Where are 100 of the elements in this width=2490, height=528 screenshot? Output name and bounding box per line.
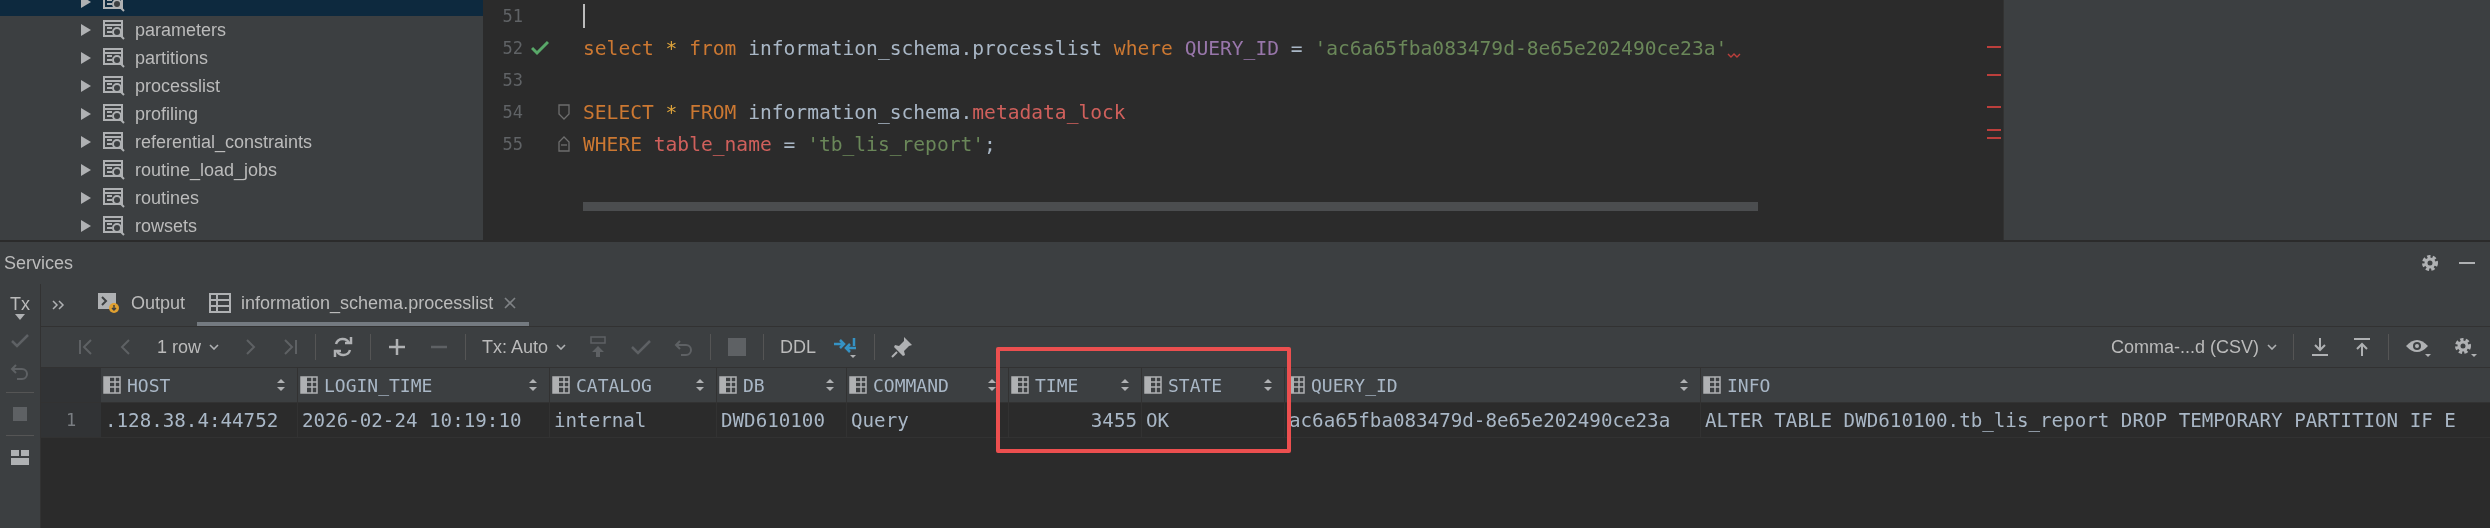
table-cell: DWD610100 (717, 403, 847, 437)
expand-arrow-icon[interactable] (79, 79, 93, 93)
error-marker[interactable] (1987, 46, 2001, 48)
column-icon (719, 376, 737, 394)
transaction-mode-dropdown[interactable]: Tx: Auto (482, 336, 567, 358)
table-cell: .128.38.4:44752 (101, 403, 298, 437)
column-icon (552, 376, 570, 394)
column-header[interactable]: QUERY_ID (1285, 368, 1701, 402)
caret-icon (209, 344, 219, 350)
error-marker[interactable] (1987, 129, 2001, 131)
sort-icon[interactable] (1119, 377, 1131, 393)
settings-icon[interactable] (2420, 253, 2440, 273)
expand-arrow-icon[interactable] (79, 163, 93, 177)
chevrons-icon[interactable] (51, 299, 65, 311)
expand-arrow-icon[interactable] (79, 135, 93, 149)
sort-icon[interactable] (694, 377, 706, 393)
column-icon (300, 376, 318, 394)
table-cell: OK (1142, 403, 1285, 437)
tree-item[interactable]: partitions (0, 44, 483, 72)
error-marker[interactable] (1987, 106, 2001, 108)
column-header[interactable]: TIME (1009, 368, 1142, 402)
column-header[interactable]: HOST (101, 368, 298, 402)
expand-arrow-icon[interactable] (79, 191, 93, 205)
line-number: 52 (501, 38, 523, 58)
commit-check-icon[interactable] (10, 332, 30, 350)
commit-check-icon[interactable] (630, 338, 653, 356)
tree-item-label: parameters (135, 19, 227, 41)
tree-item-label: processlist (135, 75, 221, 97)
tab[interactable]: information_schema.processlist (197, 284, 530, 326)
caret-icon[interactable] (15, 314, 25, 320)
export-format-dropdown[interactable]: Comma-...d (CSV) (2110, 336, 2277, 358)
column-header[interactable]: STATE (1142, 368, 1285, 402)
transaction-mode-label[interactable]: Tx (10, 294, 30, 314)
download-icon[interactable] (2310, 337, 2330, 357)
expand-arrow-icon[interactable] (79, 219, 93, 233)
error-marker[interactable] (1987, 74, 2001, 76)
row-number: 1 (41, 403, 101, 437)
sort-icon[interactable] (986, 377, 998, 393)
caret-icon (2267, 344, 2277, 350)
line-number: 55 (501, 134, 523, 154)
code-line: SELECT * FROM information_schema.metadata_lock (583, 100, 1126, 124)
tree-item[interactable]: referential_constraints (0, 128, 483, 156)
tab[interactable]: Output (85, 284, 198, 326)
tree-item[interactable]: routine_load_jobs (0, 156, 483, 184)
column-header[interactable]: COMMAND (847, 368, 1009, 402)
tree-item[interactable]: processlist (0, 72, 483, 100)
sort-icon[interactable] (527, 377, 539, 393)
column-header-label: QUERY_ID (1311, 374, 1398, 396)
error-marker[interactable] (1987, 137, 2001, 139)
tree-item-label: routine_load_jobs (135, 159, 278, 181)
tree-item[interactable]: routines (0, 184, 483, 212)
fold-icon[interactable] (558, 104, 570, 120)
column-header-label: TIME (1035, 374, 1079, 396)
close-icon[interactable] (503, 296, 518, 310)
column-header-label: LOGIN_TIME (324, 374, 433, 396)
row-count-dropdown[interactable]: 1 row (157, 336, 219, 358)
table-cell: internal (550, 403, 717, 437)
table-search-icon (103, 47, 125, 69)
ddl-button[interactable]: DDL (780, 336, 817, 358)
scrollbar[interactable] (583, 202, 1758, 211)
table-search-icon (103, 103, 125, 125)
column-header-label: CATALOG (576, 374, 652, 396)
table-icon (209, 293, 232, 313)
sort-icon[interactable] (824, 377, 836, 393)
column-icon (1703, 376, 1721, 394)
table-search-icon (103, 159, 125, 181)
line-number: 51 (501, 6, 523, 26)
column-icon (1011, 376, 1029, 394)
column-header[interactable]: CATALOG (550, 368, 717, 402)
compare-arrows-icon[interactable] (832, 335, 859, 359)
sort-icon[interactable] (275, 377, 287, 393)
column-header[interactable]: LOGIN_TIME (298, 368, 550, 402)
table-cell: 2026-02-24 10:19:10 (298, 403, 550, 437)
column-header[interactable]: INFO (1701, 368, 2490, 402)
line-number: 54 (501, 102, 523, 122)
column-header-label: STATE (1168, 374, 1223, 396)
add-icon[interactable] (387, 337, 407, 357)
sort-icon[interactable] (1262, 377, 1274, 393)
sort-icon[interactable] (1678, 377, 1690, 393)
tree-item-label: rowsets (135, 215, 197, 237)
column-header-label: DB (743, 374, 765, 396)
table-cell: 3455 (1009, 403, 1142, 437)
upload-icon[interactable] (2352, 337, 2372, 357)
table-search-icon (103, 215, 125, 237)
layout-icon[interactable] (10, 448, 30, 466)
tree-item[interactable]: parameters (0, 16, 483, 44)
expand-arrow-icon[interactable] (79, 107, 93, 121)
pin-icon[interactable] (891, 336, 914, 358)
column-header-label: HOST (127, 374, 171, 396)
column-header[interactable]: DB (717, 368, 847, 402)
refresh-icon[interactable] (332, 336, 354, 358)
table-search-icon (103, 187, 125, 209)
expand-arrow-icon[interactable] (79, 23, 93, 37)
panel-title: Services (4, 252, 74, 274)
settings-icon[interactable] (2453, 336, 2477, 358)
tree-item[interactable]: rowsets (0, 212, 483, 240)
table-search-icon (103, 131, 125, 153)
fold-icon[interactable] (558, 136, 570, 152)
expand-arrow-icon[interactable] (79, 51, 93, 65)
tree-item[interactable]: profiling (0, 100, 483, 128)
